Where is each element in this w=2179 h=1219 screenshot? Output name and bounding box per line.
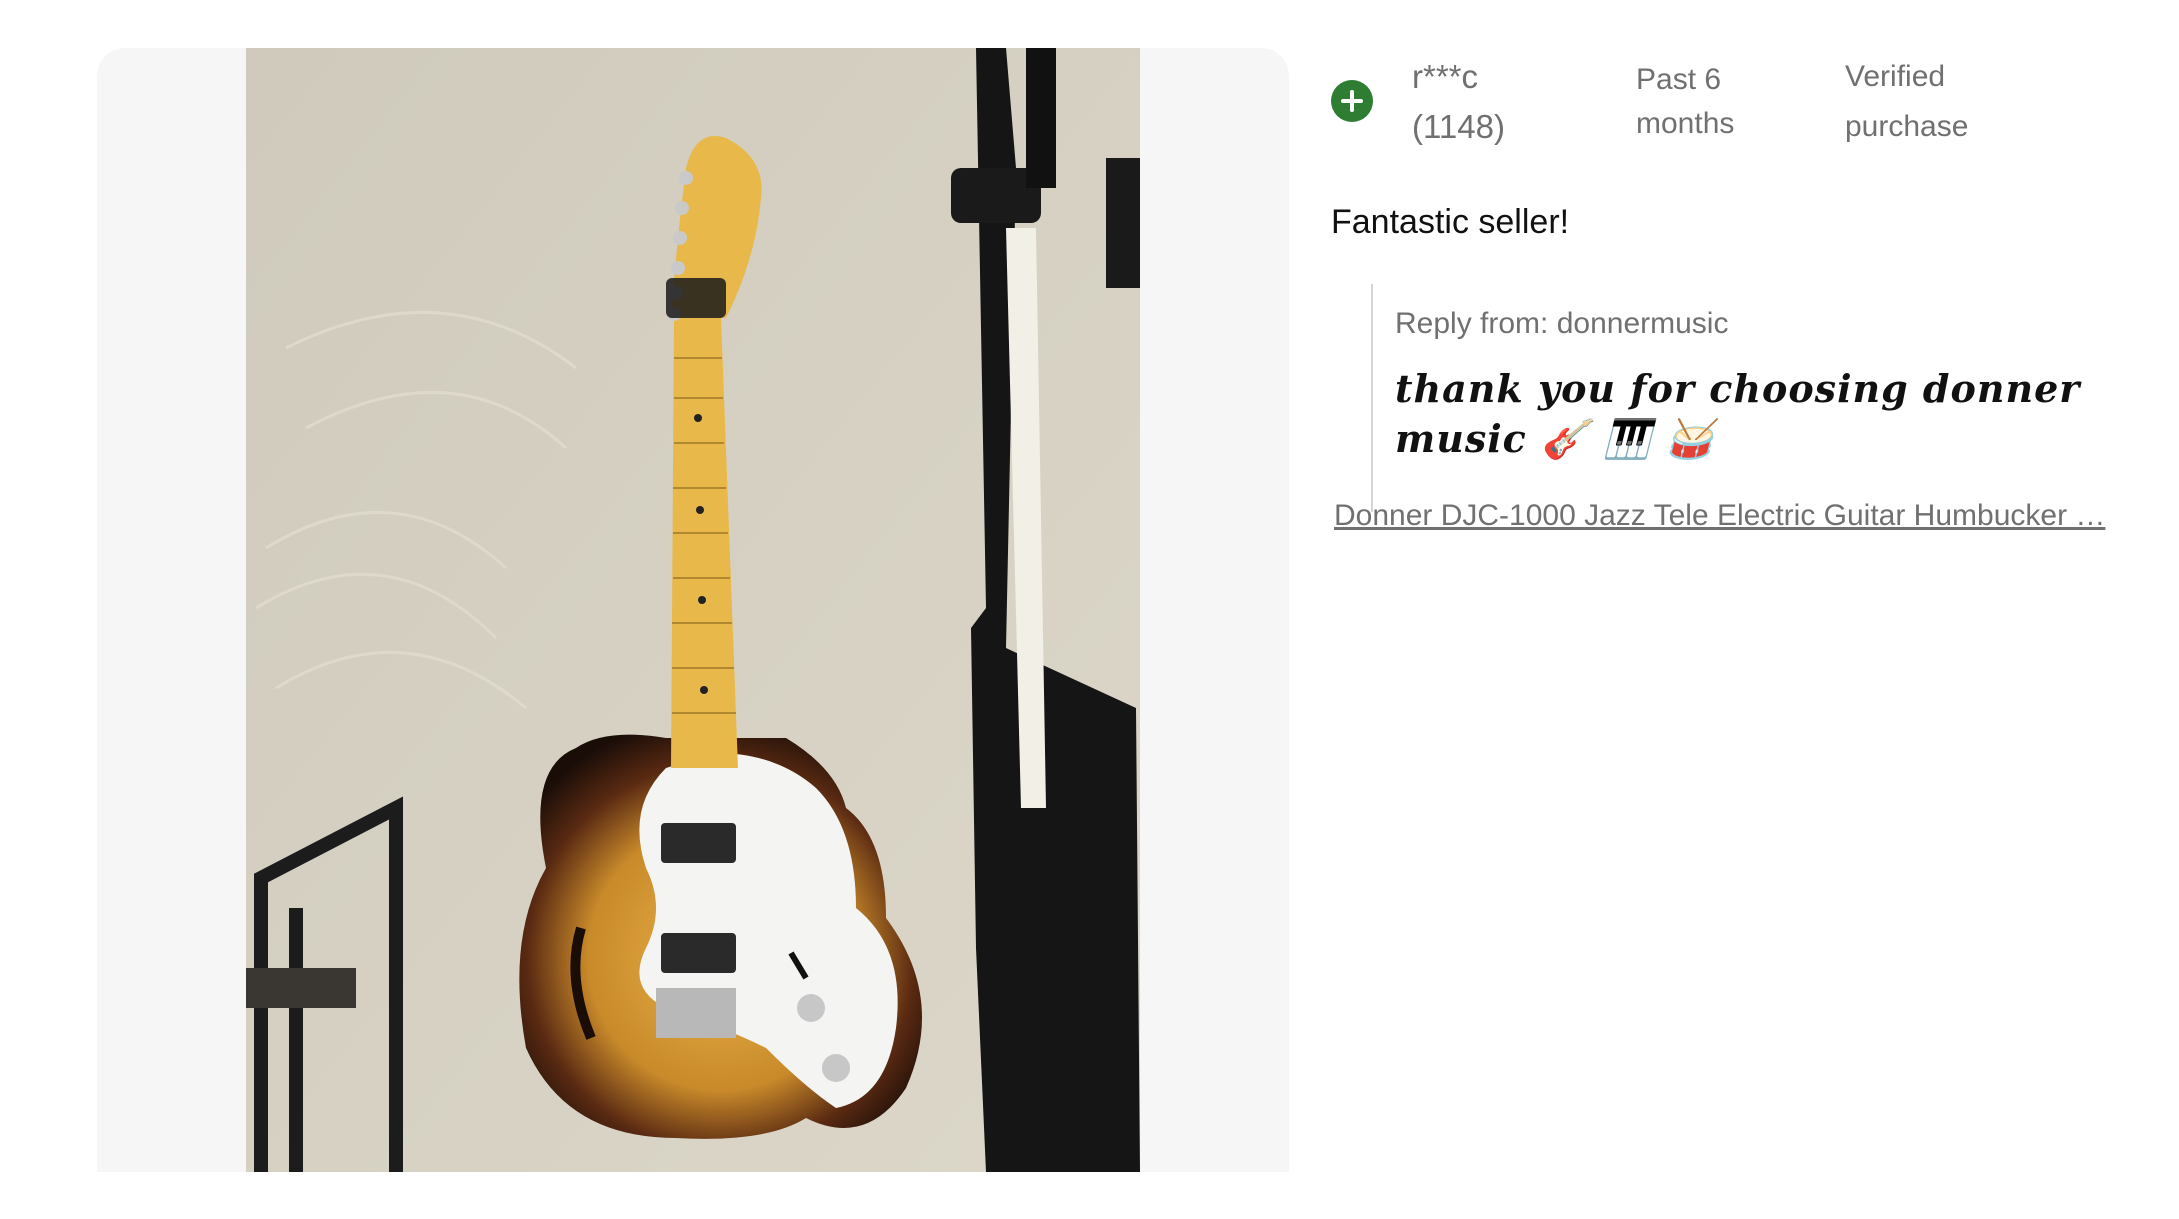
reviewer-name: r***c: [1412, 58, 1479, 95]
product-link[interactable]: Donner DJC-1000 Jazz Tele Electric Guita…: [1334, 496, 2114, 536]
reply-message: thank you for choosing donner music 🎸 🎹 …: [1395, 366, 2081, 461]
plus-circle-icon[interactable]: [1331, 80, 1373, 122]
review-photo[interactable]: [246, 48, 1140, 1172]
review-text: Fantastic seller!: [1331, 203, 1570, 241]
review-time: Past 6 months: [1636, 63, 1735, 140]
verified-purchase-label: Verified purchase: [1845, 60, 1969, 143]
review-photo-panel: [97, 48, 1289, 1172]
review-meta: r***c (1148) Past 6 months Verified purc…: [1331, 48, 2131, 158]
guitar-photo-illustration: [246, 48, 1140, 1172]
review-card: r***c (1148) Past 6 months Verified purc…: [1331, 48, 2131, 532]
reply-from-label: Reply from: donnermusic: [1395, 307, 1729, 340]
reviewer-info: r***c (1148): [1412, 52, 1505, 152]
seller-reply: Reply from: donnermusic thank you for ch…: [1371, 284, 2091, 512]
reviewer-score: (1148): [1412, 108, 1505, 145]
